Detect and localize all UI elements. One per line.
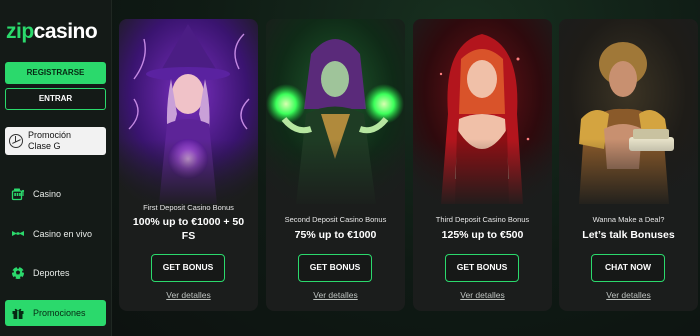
card-subtitle: Third Deposit Casino Bonus [435,215,530,224]
card-subtitle: Wanna Make a Deal? [592,215,665,224]
register-button[interactable]: REGISTRARSE [5,62,106,84]
card-headline: 75% up to €1000 [270,228,401,242]
card-headline-line1: 125% up to €500 [441,229,524,241]
promo-card-line2: Clase G [28,141,61,151]
art-fade [266,139,405,209]
sidebar: zipcasino REGISTRARSE ENTRAR Promoción C… [0,0,112,336]
card-subtitle: Second Deposit Casino Bonus [284,215,387,224]
card-headline: 125% up to €500 [417,228,548,242]
get-bonus-button[interactable]: GET BONUS [298,254,372,282]
art-fade [559,139,698,209]
promo-card-second-deposit[interactable]: Second Deposit Casino Bonus 75% up to €1… [266,19,405,311]
promo-card-first-deposit[interactable]: First Deposit Casino Bonus 100% up to €1… [119,19,258,311]
sidebar-item-label: Deportes [33,268,70,278]
get-bonus-button[interactable]: GET BONUS [445,254,519,282]
card-headline-line1: Let’s talk Bonuses [582,229,675,241]
art-fade [413,139,552,209]
promo-card-text: Promoción Clase G [28,130,71,152]
sidebar-item-label: Casino en vivo [33,229,93,239]
details-link[interactable]: Ver detalles [119,290,258,300]
mercedes-icon [9,134,23,148]
logo-casino-text: casino [33,20,98,43]
details-link[interactable]: Ver detalles [413,290,552,300]
details-link[interactable]: Ver detalles [559,290,698,300]
gift-icon [11,306,25,320]
sidebar-item-promotions[interactable]: Promociones [5,300,106,326]
zipcasino-logo[interactable]: zipcasino [6,20,98,44]
card-headline: Let’s talk Bonuses [563,228,694,242]
card-headline-line1: 75% up to €1000 [294,229,377,241]
login-button[interactable]: ENTRAR [5,88,106,110]
sidebar-item-live-casino[interactable]: Casino en vivo [5,221,106,247]
card-headline-line2: FS [181,230,196,242]
details-link[interactable]: Ver detalles [266,290,405,300]
get-bonus-button[interactable]: GET BONUS [151,254,225,282]
logo-zip-text: zip [6,20,34,43]
ticket-icon [11,227,25,241]
card-headline: 100% up to €1000 + 50 FS [123,215,254,243]
soccer-ball-icon [11,266,25,280]
card-subtitle: First Deposit Casino Bonus [143,203,234,212]
chat-now-button[interactable]: CHAT NOW [591,254,665,282]
promo-card-deal[interactable]: Wanna Make a Deal? Let’s talk Bonuses CH… [559,19,698,311]
slot-machine-icon [11,187,25,201]
sidebar-item-sports[interactable]: Deportes [5,260,106,286]
promotions-grid: First Deposit Casino Bonus 100% up to €1… [112,0,700,336]
art-fade [119,139,258,209]
promo-class-g-card[interactable]: Promoción Clase G [5,127,106,155]
sidebar-item-label: Casino [33,189,62,199]
sidebar-item-casino[interactable]: Casino [5,181,106,207]
promo-card-line1: Promoción [28,130,72,140]
card-headline-line1: 100% up to €1000 + 50 [132,216,245,228]
promo-card-third-deposit[interactable]: Third Deposit Casino Bonus 125% up to €5… [413,19,552,311]
sidebar-item-label: Promociones [33,308,86,318]
